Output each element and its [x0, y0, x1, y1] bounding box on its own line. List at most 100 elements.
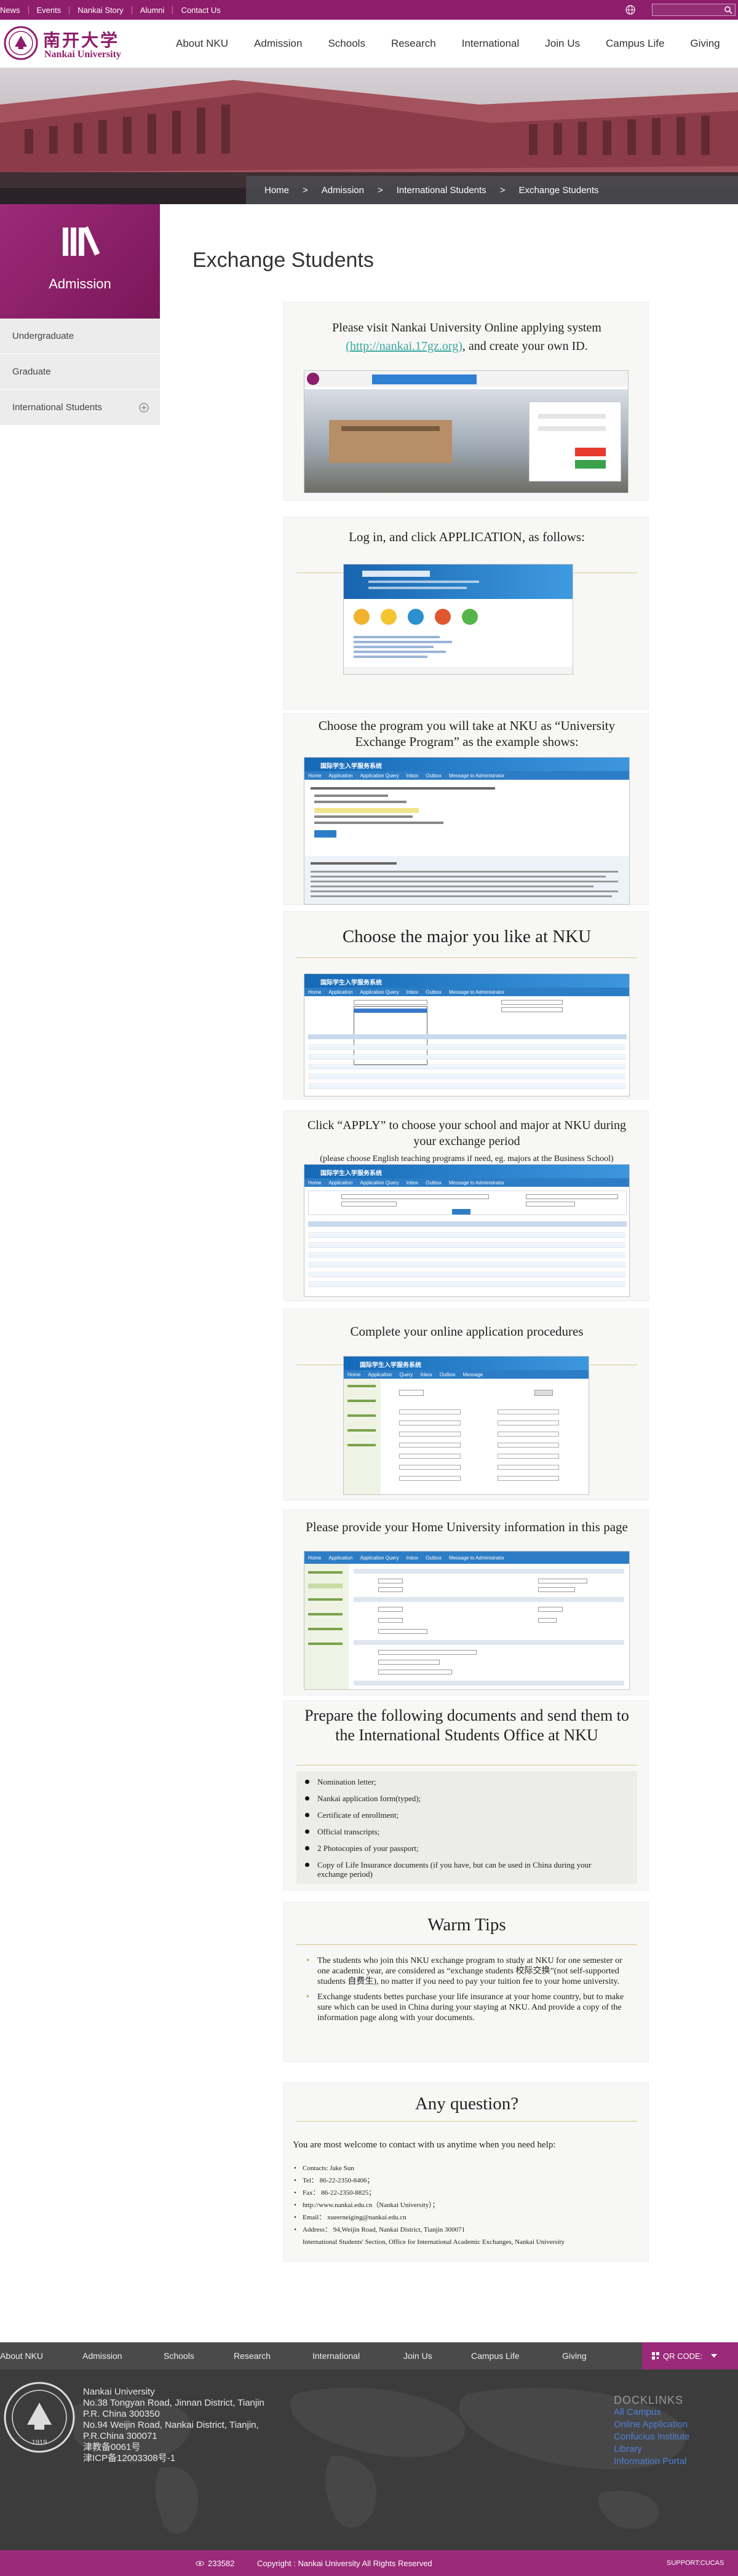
- footer-address-line: Nankai University: [83, 2387, 155, 2397]
- sidebar-title: Admission: [49, 276, 111, 291]
- expand-icon[interactable]: [139, 403, 149, 413]
- sidebar-header: Admission: [0, 204, 160, 319]
- footer-nav-research[interactable]: Research: [234, 2351, 271, 2361]
- list-item: Copy of Life Insurance documents (if you…: [317, 1860, 592, 1879]
- top-link-news[interactable]: News: [0, 6, 29, 14]
- step-card: Complete your online application procedu…: [284, 1309, 649, 1500]
- documents-title: Prepare the following documents and send…: [304, 1706, 629, 1744]
- nav-admission[interactable]: Admission: [254, 38, 302, 50]
- list-item: 2 Photocopies of your passport;: [317, 1844, 419, 1853]
- eye-icon: [196, 2561, 204, 2566]
- crumb-international[interactable]: International Students: [397, 185, 486, 196]
- top-link-alumni[interactable]: Alumni: [132, 6, 173, 14]
- tips-title: Warm Tips: [427, 1915, 506, 1935]
- contact-office: International Students' Section, Office …: [303, 2238, 565, 2246]
- footer-address-line: P.R.China 300071: [83, 2431, 157, 2441]
- logo-english: Nankai University: [44, 49, 121, 60]
- footer-address-line: No.38 Tongyan Road, Jinnan District, Tia…: [83, 2398, 264, 2408]
- qr-code-icon: [652, 2352, 659, 2360]
- step-text: , and create your own ID.: [462, 339, 588, 353]
- footer-link[interactable]: Library: [614, 2443, 689, 2455]
- sidebar: Admission Undergraduate Graduate Interna…: [0, 204, 160, 426]
- globe-icon[interactable]: [625, 5, 635, 15]
- logo-chinese: 南开大学: [43, 30, 120, 50]
- crumb-home[interactable]: Home: [264, 185, 289, 196]
- search-input[interactable]: [653, 5, 720, 16]
- footer-nav-campus-life[interactable]: Campus Life: [471, 2351, 520, 2361]
- footer-address-line: 津教备0061号: [83, 2442, 141, 2452]
- step-text: Please visit Nankai University Online ap…: [332, 321, 601, 335]
- seal-icon: [4, 26, 38, 60]
- sidebar-item-label: International Students: [12, 402, 102, 413]
- step-text: Choose the program you will take at NKU …: [318, 718, 616, 749]
- footer-nav: About NKU Admission Schools Research Int…: [0, 2342, 738, 2369]
- sidebar-item-international[interactable]: International Students: [0, 390, 160, 426]
- list-item: Address： 94,Weijin Road, Nankai District…: [303, 2226, 466, 2233]
- header: 南开大学 Nankai University About NKU Admissi…: [0, 20, 738, 68]
- tips-card: Warm Tips • The students who join this NK…: [284, 1902, 649, 2062]
- qr-code-toggle[interactable]: QR CODE:: [642, 2342, 738, 2369]
- top-links: News Events Nankai Story Alumni Contact …: [0, 0, 229, 20]
- nav-join-us[interactable]: Join Us: [545, 38, 580, 50]
- list-item[interactable]: Email： xueerneiging@nankai.edu.cn: [303, 2214, 407, 2221]
- footer-nav-admission[interactable]: Admission: [82, 2351, 122, 2361]
- list-item: Contacts: Jake Sun: [303, 2165, 354, 2172]
- support-text: SUPPORT:CUCAS: [667, 2559, 724, 2567]
- list-item: Certificate of enrollment;: [317, 1810, 399, 1820]
- top-link-events[interactable]: Events: [29, 6, 70, 14]
- university-logo[interactable]: 南开大学 Nankai University: [4, 26, 139, 63]
- footer-address: Nankai University No.38 Tongyan Road, Ji…: [83, 2387, 264, 2464]
- step-card: Please provide your Home University info…: [284, 1510, 649, 1695]
- footer-link[interactable]: Information Portal: [614, 2455, 689, 2468]
- nav-international[interactable]: International: [462, 38, 520, 50]
- top-link-story[interactable]: Nankai Story: [69, 6, 132, 14]
- footer-link[interactable]: Confucius Institute: [614, 2431, 689, 2443]
- list-item[interactable]: http://www.nankai.edu.cn（Nankai Universi…: [303, 2201, 439, 2209]
- hero-banner: Home > Admission > International Student…: [0, 68, 738, 204]
- footer-nav-international[interactable]: International: [312, 2351, 360, 2361]
- top-link-contact[interactable]: Contact Us: [173, 6, 228, 14]
- crumb-separator: >: [303, 184, 308, 196]
- login-application-screenshot: [343, 564, 573, 675]
- tips-list: • The students who join this NKU exchange…: [306, 1956, 624, 2023]
- sidebar-item-undergraduate[interactable]: Undergraduate: [0, 319, 160, 354]
- sidebar-item-graduate[interactable]: Graduate: [0, 354, 160, 390]
- step-card: Log in, and click APPLICATION, as follow…: [284, 517, 649, 710]
- step-text: Complete your online application procedu…: [350, 1324, 584, 1339]
- footer-link[interactable]: All Campus: [614, 2406, 689, 2419]
- step-text: Please provide your Home University info…: [306, 1520, 628, 1534]
- visit-counter: 233582: [208, 2559, 235, 2568]
- list-item: Exchange students bettes purchase your l…: [317, 1992, 624, 2023]
- program-selection-screenshot: 国际学生入学服务系统 Home Application Application Qu…: [304, 757, 630, 905]
- chevron-down-icon: [711, 2354, 718, 2358]
- application-link[interactable]: (http://nankai.17gz.org): [346, 339, 462, 353]
- major-selection-screenshot: 国际学生入学服务系统 Home Application Application Qu…: [304, 973, 630, 1096]
- nav-giving[interactable]: Giving: [690, 38, 720, 50]
- footer-link[interactable]: Online Application: [614, 2419, 689, 2431]
- list-item: Official transcripts;: [317, 1827, 380, 1836]
- nav-about[interactable]: About NKU: [176, 38, 228, 50]
- main-nav: About NKU Admission Schools Research Int…: [176, 20, 738, 68]
- footer-links-heading: DOCKLINKS: [614, 2394, 684, 2406]
- nav-research[interactable]: Research: [391, 38, 436, 50]
- footer-nav-about[interactable]: About NKU: [0, 2351, 43, 2361]
- home-university-screenshot: Home Application Application Query Inbox Out…: [304, 1551, 630, 1690]
- documents-list: Nomination letter; Nankai application fo…: [303, 1777, 622, 1886]
- crumb-current: Exchange Students: [518, 184, 599, 196]
- list-item: Nankai application form(typed);: [317, 1794, 421, 1803]
- footer: 1919 Nankai University No.38 Tongyan Roa…: [0, 2369, 738, 2550]
- footer-nav-schools[interactable]: Schools: [164, 2351, 194, 2361]
- nav-campus-life[interactable]: Campus Life: [606, 38, 664, 50]
- step-card: Click “APPLY” to choose your school and …: [284, 1111, 649, 1301]
- top-bar: News Events Nankai Story Alumni Contact …: [0, 0, 738, 20]
- copyright-bar: 233582 Copyright : Nankai University All…: [0, 2550, 738, 2576]
- footer-nav-giving[interactable]: Giving: [562, 2351, 587, 2361]
- footer-nav-join-us[interactable]: Join Us: [403, 2351, 432, 2361]
- step-card: Choose the major you like at NKU 国际学生入学服…: [284, 911, 649, 1100]
- nav-schools[interactable]: Schools: [328, 38, 365, 50]
- crumb-admission[interactable]: Admission: [322, 185, 364, 196]
- online-application-screenshot: 国际学生入学服务系统 Home Application Query Inbox Outb…: [343, 1356, 589, 1495]
- search-icon[interactable]: [724, 6, 732, 14]
- contact-list: • Contacts: Jake Sun • Tel： 86-22-2350-840…: [293, 2164, 637, 2247]
- list-item: Nomination letter;: [317, 1777, 376, 1786]
